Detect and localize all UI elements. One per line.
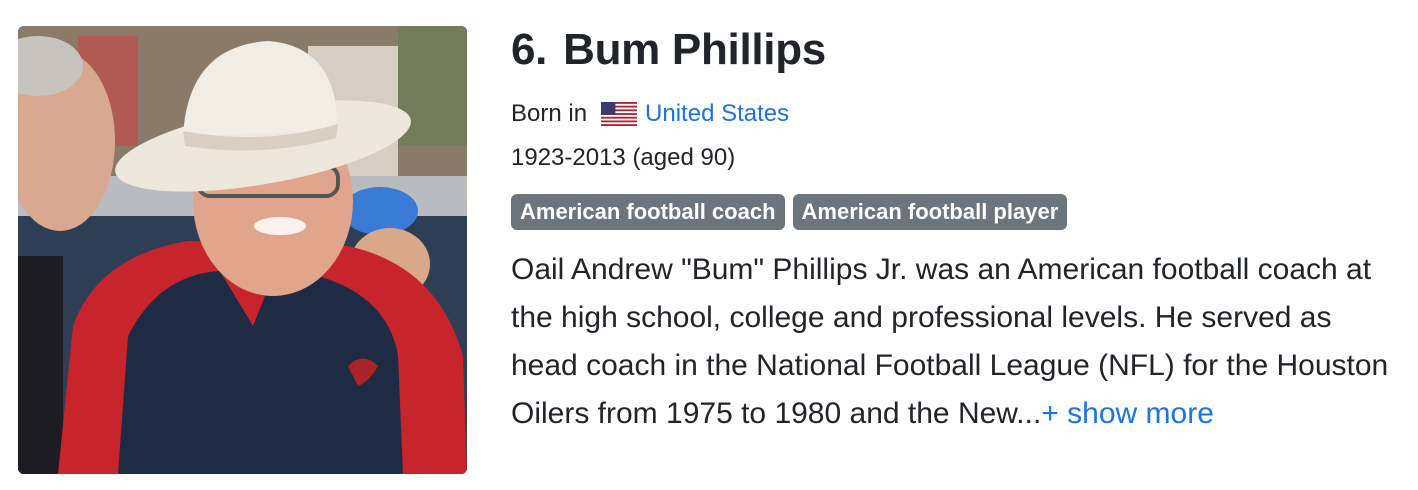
tag-american-football-player[interactable]: American football player xyxy=(792,194,1068,230)
description-text: Oail Andrew "Bum" Phillips Jr. was an Am… xyxy=(511,253,1389,430)
rank-number: 6. xyxy=(511,25,548,74)
tag-american-football-coach[interactable]: American football coach xyxy=(511,194,785,230)
person-title: 6. Bum Phillips xyxy=(511,24,1391,76)
birthplace: Born in United States xyxy=(511,98,1391,130)
occupation-tags: American football coach American footbal… xyxy=(511,194,1391,230)
show-more-link[interactable]: + show more xyxy=(1041,397,1214,430)
person-description: Oail Andrew "Bum" Phillips Jr. was an Am… xyxy=(511,246,1391,438)
us-flag-icon xyxy=(601,102,638,126)
country-link[interactable]: United States xyxy=(645,98,789,130)
lifespan: 1923-2013 (aged 90) xyxy=(511,144,736,171)
born-label: Born in xyxy=(511,100,588,127)
person-name[interactable]: Bum Phillips xyxy=(563,25,826,74)
person-photo[interactable] xyxy=(18,26,467,474)
person-details: 6. Bum Phillips Born in United States 192… xyxy=(511,24,1391,438)
